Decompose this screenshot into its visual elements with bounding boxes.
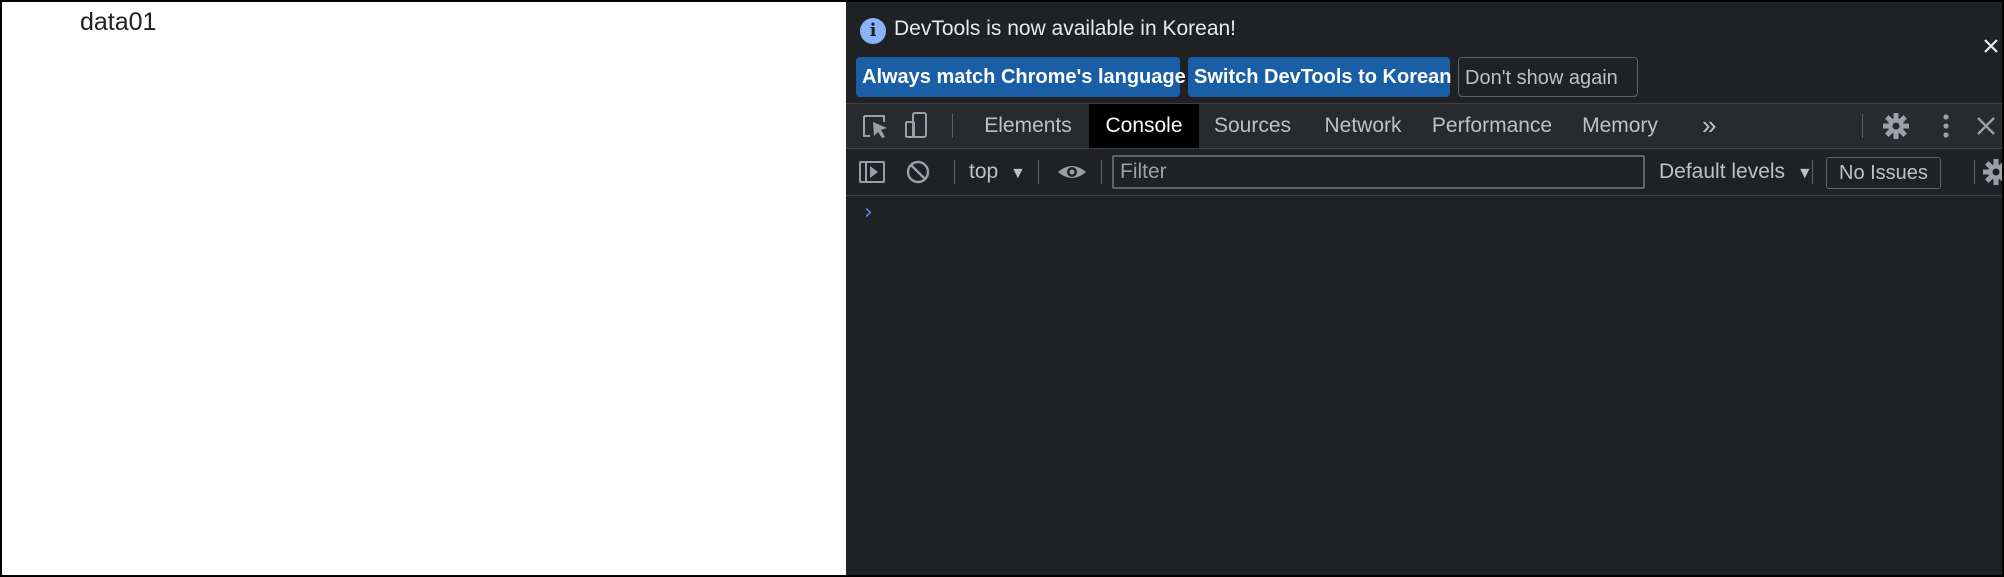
dont-show-again-button[interactable]: Don't show again bbox=[1458, 57, 1638, 97]
page-text: data01 bbox=[80, 8, 157, 36]
toolbar-divider bbox=[1101, 160, 1102, 184]
language-infobar: i DevTools is now available in Korean! A… bbox=[846, 2, 2002, 104]
log-levels-dropdown[interactable]: Default levels ▼ bbox=[1659, 149, 1813, 195]
always-match-language-button[interactable]: Always match Chrome's language bbox=[856, 57, 1186, 97]
filter-input[interactable] bbox=[1112, 155, 1645, 189]
console-output[interactable]: › bbox=[846, 196, 2002, 575]
issues-button[interactable]: No Issues bbox=[1826, 157, 1941, 189]
tab-elements[interactable]: Elements bbox=[967, 104, 1089, 148]
console-settings-gear-icon[interactable] bbox=[1976, 149, 2002, 195]
more-tabs-chevron-icon[interactable]: » bbox=[1702, 104, 1716, 148]
tab-network[interactable]: Network bbox=[1306, 104, 1420, 148]
log-levels-label: Default levels bbox=[1659, 160, 1786, 183]
tab-memory[interactable]: Memory bbox=[1564, 104, 1676, 148]
close-icon[interactable] bbox=[1980, 36, 2002, 58]
devtools-panel: i DevTools is now available in Korean! A… bbox=[846, 2, 2002, 575]
toolbar-divider bbox=[1974, 160, 1975, 184]
clear-console-icon[interactable] bbox=[898, 149, 938, 195]
sidebar-toggle-icon[interactable] bbox=[852, 149, 892, 195]
switch-to-korean-button[interactable]: Switch DevTools to Korean bbox=[1188, 57, 1451, 97]
console-prompt-icon: › bbox=[864, 200, 873, 225]
toolbar-divider bbox=[1038, 160, 1039, 184]
close-devtools-icon[interactable] bbox=[1966, 104, 2002, 148]
settings-gear-icon[interactable] bbox=[1876, 104, 1916, 148]
tab-sources[interactable]: Sources bbox=[1199, 104, 1306, 148]
toolbar-divider bbox=[954, 160, 955, 184]
infobar-message: DevTools is now available in Korean! bbox=[894, 17, 1237, 40]
device-toolbar-icon[interactable] bbox=[898, 104, 938, 148]
chevron-down-icon: ▼ bbox=[1796, 165, 1813, 182]
toolbar-divider bbox=[952, 114, 953, 138]
tab-console[interactable]: Console bbox=[1089, 104, 1199, 148]
toolbar-divider bbox=[1812, 160, 1813, 184]
context-value: top bbox=[969, 160, 999, 183]
inspect-element-icon[interactable] bbox=[856, 104, 896, 148]
devtools-tabbar: Elements Console Sources Network Perform… bbox=[846, 104, 2002, 149]
eye-icon[interactable] bbox=[1052, 149, 1092, 195]
context-selector[interactable]: top ▼ bbox=[969, 149, 1026, 195]
console-toolbar: top ▼ Default levels ▼ No Issues bbox=[846, 149, 2002, 196]
info-icon: i bbox=[860, 18, 886, 44]
page-viewport: data01 bbox=[2, 2, 846, 575]
toolbar-divider bbox=[1862, 114, 1863, 138]
browser-frame: data01 i DevTools is now available in Ko… bbox=[0, 0, 2004, 577]
kebab-menu-icon[interactable] bbox=[1926, 104, 1966, 148]
chevron-down-icon: ▼ bbox=[1010, 165, 1026, 182]
tab-performance[interactable]: Performance bbox=[1420, 104, 1564, 148]
